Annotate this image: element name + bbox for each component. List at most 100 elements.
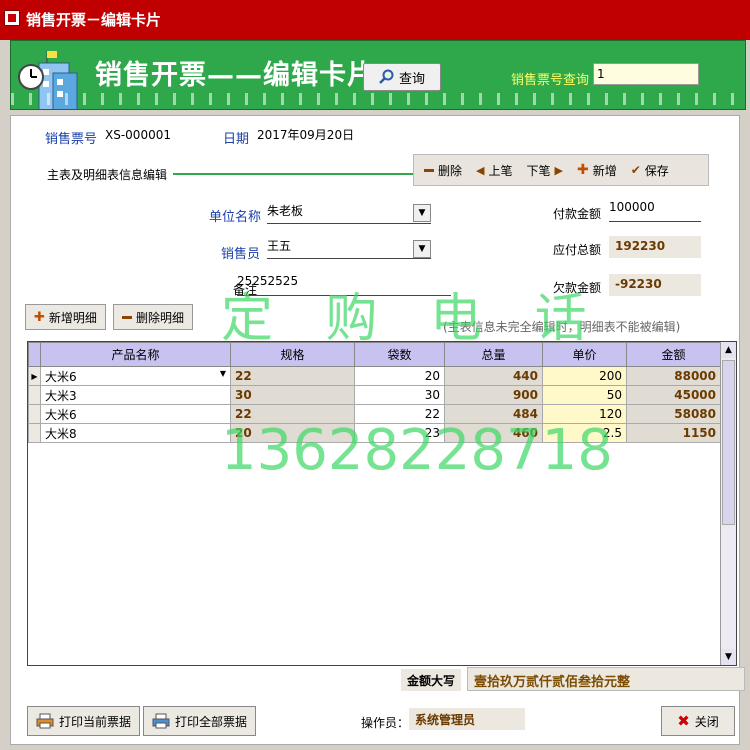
- bags-cell[interactable]: 22: [354, 404, 445, 424]
- table-row[interactable]: 大米8 20 23 460 2.5 1150: [28, 423, 721, 443]
- product-cell[interactable]: 大米6: [40, 404, 231, 424]
- table-row[interactable]: 大米6 22 22 484 120 58080: [28, 404, 721, 424]
- amount-cell: 1150: [626, 423, 721, 443]
- printer-icon: [36, 713, 54, 729]
- unit-label: 单位名称: [209, 210, 262, 225]
- owed-label: 欠款金额: [553, 281, 602, 295]
- table-row[interactable]: 大米3 30 30 900 50 45000: [28, 385, 721, 405]
- salesperson-value: 王五: [267, 239, 292, 253]
- banner-title: 销售开票——编辑卡片: [95, 60, 375, 91]
- amount-cell: 88000: [626, 366, 721, 386]
- price-cell[interactable]: 2.5: [542, 423, 627, 443]
- delete-button[interactable]: 删除: [424, 162, 462, 179]
- close-button[interactable]: ✖ 关闭: [661, 706, 735, 736]
- close-icon: ✖: [677, 712, 690, 730]
- unit-value: 朱老板: [267, 204, 304, 218]
- scroll-down-icon[interactable]: ▼: [721, 649, 736, 665]
- salesperson-dropdown-button[interactable]: ▼: [413, 240, 431, 258]
- spec-cell[interactable]: 30: [230, 385, 355, 405]
- unit-field[interactable]: 朱老板: [267, 202, 431, 224]
- remark-value: 25252525: [237, 274, 299, 288]
- payable-value: 192230: [609, 236, 701, 258]
- spec-cell[interactable]: 20: [230, 423, 355, 443]
- app-icon: [4, 10, 20, 26]
- table-header-row: 产品名称 规格 袋数 总量 单价 金额: [28, 342, 721, 367]
- delete-button-label: 删除: [438, 163, 463, 178]
- detail-grid: 产品名称 规格 袋数 总量 单价 金额 ▶ 大米6 ▼ 22 20 440 200…: [27, 341, 737, 666]
- date-label: 日期: [223, 132, 250, 147]
- paid-field[interactable]: 100000: [609, 200, 701, 222]
- row-selector[interactable]: [28, 385, 41, 405]
- print-all-button[interactable]: 打印全部票据: [143, 706, 257, 736]
- invoice-search-input[interactable]: [593, 63, 699, 85]
- capital-label: 金额大写: [401, 669, 461, 691]
- next-icon: ▶: [554, 163, 563, 177]
- price-cell[interactable]: 120: [542, 404, 627, 424]
- spec-cell[interactable]: 22: [230, 404, 355, 424]
- column-header[interactable]: 总量: [444, 342, 543, 367]
- product-cell[interactable]: 大米8: [40, 423, 231, 443]
- printer-icon: [152, 713, 170, 729]
- capital-amount: 壹拾玖万贰仟贰佰叁拾元整: [467, 667, 745, 691]
- spec-cell[interactable]: 22: [230, 366, 355, 386]
- dropdown-arrow-icon[interactable]: ▼: [220, 369, 226, 378]
- bags-cell[interactable]: 30: [354, 385, 445, 405]
- bags-cell[interactable]: 20: [354, 366, 445, 386]
- product-cell[interactable]: 大米6 ▼: [40, 366, 231, 386]
- column-header[interactable]: 产品名称: [40, 342, 231, 367]
- product-cell[interactable]: 大米3: [40, 385, 231, 405]
- search-button-label: 查询: [398, 71, 425, 87]
- owed-value: -92230: [609, 274, 701, 296]
- unit-dropdown-button[interactable]: ▼: [413, 204, 431, 222]
- total-cell: 460: [444, 423, 543, 443]
- print-all-label: 打印全部票据: [175, 714, 248, 729]
- remark-field[interactable]: 25252525: [237, 274, 451, 296]
- price-cell[interactable]: 200: [542, 366, 627, 386]
- total-cell: 900: [444, 385, 543, 405]
- save-button-label: 保存: [644, 163, 669, 178]
- next-button-label: 下笔: [526, 163, 551, 178]
- print-current-label: 打印当前票据: [59, 714, 132, 729]
- minus-icon: [122, 315, 132, 319]
- row-selector-header: [28, 342, 41, 367]
- payable-label: 应付总额: [553, 243, 602, 257]
- add-detail-label: 新增明细: [48, 310, 97, 325]
- column-header[interactable]: 金额: [626, 342, 721, 367]
- print-current-button[interactable]: 打印当前票据: [27, 706, 141, 736]
- prev-button-label: 上笔: [488, 163, 513, 178]
- vertical-scrollbar[interactable]: ▲ ▼: [720, 342, 736, 665]
- bags-cell[interactable]: 23: [354, 423, 445, 443]
- delete-detail-button[interactable]: 删除明细: [113, 304, 194, 330]
- section-divider: [173, 173, 421, 175]
- column-header[interactable]: 规格: [230, 342, 355, 367]
- save-button[interactable]: ✔ 保存: [631, 162, 669, 179]
- edit-card: 销售票号 XS-000001 日期 2017年09月20日 主表及明细表信息编辑…: [10, 115, 745, 745]
- title-bar: 销售开票－编辑卡片: [0, 0, 750, 40]
- banner-decoration: [11, 93, 745, 105]
- column-header[interactable]: 单价: [542, 342, 627, 367]
- date-value[interactable]: 2017年09月20日: [257, 126, 354, 143]
- row-selector[interactable]: [28, 423, 41, 443]
- scrollbar-thumb[interactable]: [722, 360, 735, 525]
- minus-icon: [424, 168, 434, 172]
- add-button[interactable]: ✚ 新增: [577, 162, 617, 179]
- salesperson-field[interactable]: 王五: [267, 237, 431, 259]
- paid-label: 付款金额: [553, 207, 602, 221]
- plus-icon: ✚: [576, 162, 589, 178]
- operator-value: 系统管理员: [409, 708, 525, 730]
- add-detail-button[interactable]: ✚ 新增明细: [25, 304, 106, 330]
- row-selector[interactable]: [28, 404, 41, 424]
- scroll-up-icon[interactable]: ▲: [721, 342, 736, 358]
- next-button[interactable]: 下笔 ▶: [527, 162, 563, 179]
- column-header[interactable]: 袋数: [354, 342, 445, 367]
- search-button[interactable]: 查询: [363, 63, 441, 91]
- amount-cell: 45000: [626, 385, 721, 405]
- table-row[interactable]: ▶ 大米6 ▼ 22 20 440 200 88000: [28, 366, 721, 386]
- checkmark-icon: ✔: [630, 163, 641, 177]
- prev-button[interactable]: ◀ 上笔: [476, 162, 512, 179]
- total-cell: 484: [444, 404, 543, 424]
- section-label: 主表及明细表信息编辑: [47, 168, 168, 182]
- price-cell[interactable]: 50: [542, 385, 627, 405]
- banner: 销售开票——编辑卡片 查询 销售票号查询: [10, 40, 746, 110]
- detail-hint: (主表信息未完全编辑时，明细表不能被编辑): [443, 320, 681, 334]
